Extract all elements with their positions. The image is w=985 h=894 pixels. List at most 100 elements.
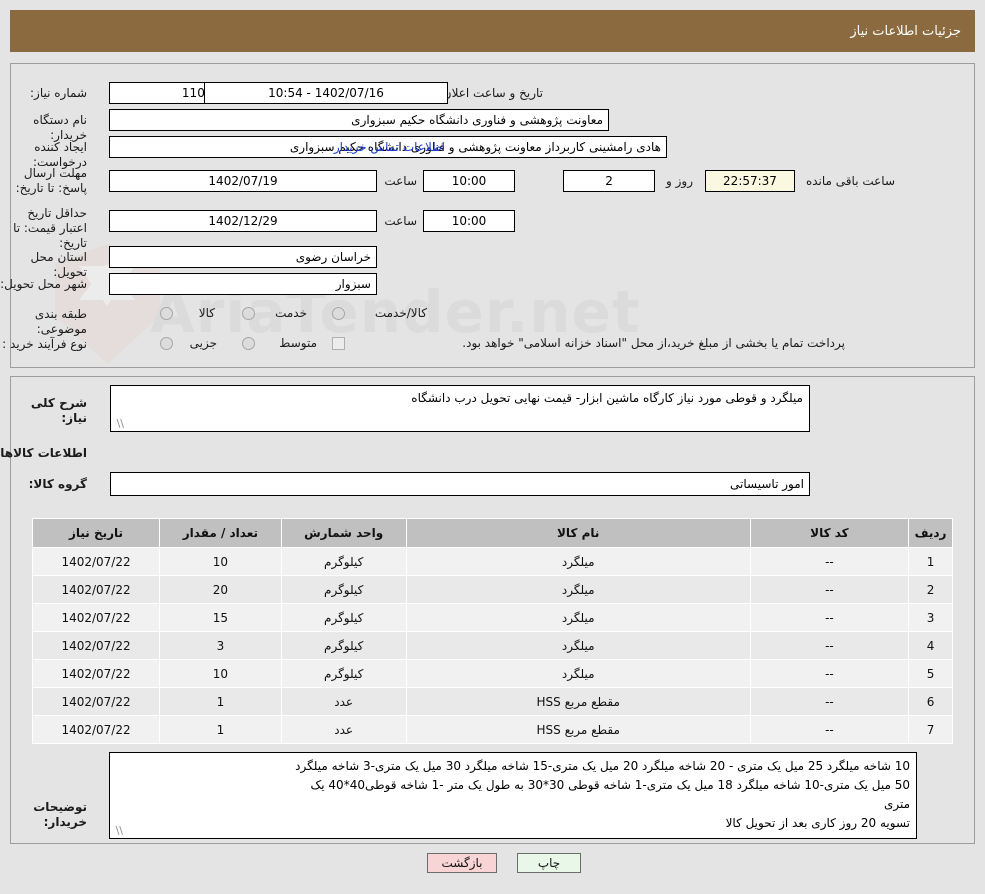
label-purchase-process: نوع فرآیند خرید : (2, 337, 87, 351)
table-row: 4 -- میلگرد کیلوگرم 3 1402/07/22 (31, 631, 953, 660)
cell-qty: 10 (159, 547, 282, 576)
cell-row: 4 (908, 631, 953, 660)
delivery-province-field[interactable]: خراسان رضوی (109, 246, 377, 268)
col-code: کد کالا (749, 518, 910, 548)
cell-date: 1402/07/22 (31, 547, 161, 576)
cell-code: -- (749, 631, 910, 660)
table-row: 3 -- میلگرد کیلوگرم 15 1402/07/22 (31, 603, 953, 632)
label-need-summary: شرح کلی نیاز: (30, 396, 87, 425)
table-row: 6 -- مقطع مربع HSS عدد 1 1402/07/22 (31, 687, 953, 716)
cell-name: میلگرد (405, 603, 751, 632)
label-process-medium: متوسط (279, 336, 317, 350)
cell-qty: 15 (159, 603, 282, 632)
delivery-city-field[interactable]: سبزوار (109, 273, 377, 295)
cell-code: -- (749, 547, 910, 576)
label-response-deadline: مهلت ارسال پاسخ: تا تاریخ: (15, 166, 87, 195)
need-summary-textarea[interactable]: میلگرد و قوطی مورد نیاز کارگاه ماشین ابز… (110, 385, 810, 432)
label-delivery-province: استان محل تحویل: (30, 250, 87, 279)
response-deadline-time-field[interactable]: 10:00 (423, 170, 515, 192)
radio-process-minor[interactable] (160, 337, 173, 350)
buyer-notes-line-3: متری (883, 797, 910, 811)
buyer-notes-line-2: 50 میل یک متری-10 شاخه میلگرد 18 میل یک … (310, 778, 911, 792)
label-countdown: ساعت باقی مانده (805, 174, 895, 188)
cell-unit: عدد (280, 687, 407, 716)
buyer-notes-textarea[interactable]: 10 شاخه میلگرد 25 میل یک متری - 20 شاخه … (109, 752, 917, 839)
cell-date: 1402/07/22 (31, 631, 161, 660)
cell-date: 1402/07/22 (31, 687, 161, 716)
goods-section-heading: اطلاعات کالاهای مورد نیاز (0, 446, 87, 460)
table-header-row: ردیف کد کالا نام کالا واحد شمارش تعداد /… (31, 518, 953, 548)
cell-qty: 1 (159, 687, 282, 716)
label-delivery-city: شهر محل تحویل: (0, 277, 87, 291)
col-row: ردیف (908, 518, 953, 548)
col-name: نام کالا (405, 518, 751, 548)
label-category-service: خدمت (275, 306, 307, 320)
label-response-deadline-time: ساعت (384, 174, 417, 188)
cell-row: 7 (908, 715, 953, 744)
cell-qty: 3 (159, 631, 282, 660)
resize-grip-icon-notes[interactable] (113, 826, 123, 836)
label-category-goods: کالا (198, 306, 215, 320)
cell-name: مقطع مربع HSS (405, 687, 751, 716)
cell-code: -- (749, 575, 910, 604)
cell-date: 1402/07/22 (31, 659, 161, 688)
cell-name: میلگرد (405, 659, 751, 688)
label-goods-group: گروه کالا: (28, 477, 87, 491)
col-qty: تعداد / مقدار (159, 518, 282, 548)
label-category-goods-service: کالا/خدمت (374, 306, 427, 320)
radio-category-goods-service[interactable] (332, 307, 345, 320)
cell-row: 6 (908, 687, 953, 716)
cell-unit: کیلوگرم (280, 603, 407, 632)
resize-grip-icon[interactable] (114, 419, 124, 429)
table-row: 5 -- میلگرد کیلوگرم 10 1402/07/22 (31, 659, 953, 688)
label-islamic-treasury-docs: پرداخت تمام یا بخشی از مبلغ خرید،از محل … (462, 336, 845, 350)
label-price-validity: حداقل تاریخ اعتبار قیمت: تا تاریخ: (13, 206, 87, 250)
label-process-minor: جزیی (189, 336, 217, 350)
col-unit: واحد شمارش (280, 518, 407, 548)
goods-group-field[interactable]: امور تاسیساتی (110, 472, 810, 496)
buyer-org-field[interactable]: معاونت پژوهشی و فناوری دانشگاه حکیم سبزو… (109, 109, 609, 131)
cell-unit: کیلوگرم (280, 631, 407, 660)
response-deadline-date-field[interactable]: 1402/07/19 (109, 170, 377, 192)
cell-code: -- (749, 603, 910, 632)
cell-qty: 1 (159, 715, 282, 744)
price-validity-time-field[interactable]: 10:00 (423, 210, 515, 232)
label-buyer-notes: توضیحات خریدار: (33, 800, 87, 829)
page-title-bar: جزئیات اطلاعات نیاز (10, 10, 975, 52)
cell-row: 5 (908, 659, 953, 688)
cell-name: مقطع مربع HSS (405, 715, 751, 744)
col-date: تاریخ نیاز (31, 518, 161, 548)
label-remaining-days: روز و (666, 174, 693, 188)
cell-name: میلگرد (405, 547, 751, 576)
cell-code: -- (749, 687, 910, 716)
countdown-field: 22:57:37 (705, 170, 795, 192)
cell-code: -- (749, 715, 910, 744)
label-buyer-org: نام دستگاه خریدار: (33, 113, 87, 142)
radio-category-service[interactable] (242, 307, 255, 320)
cell-qty: 20 (159, 575, 282, 604)
label-price-validity-time: ساعت (384, 214, 417, 228)
print-button[interactable]: چاپ (517, 853, 581, 873)
table-row: 2 -- میلگرد کیلوگرم 20 1402/07/22 (31, 575, 953, 604)
cell-row: 1 (908, 547, 953, 576)
cell-unit: کیلوگرم (280, 575, 407, 604)
buyer-notes-line-1: 10 شاخه میلگرد 25 میل یک متری - 20 شاخه … (295, 759, 910, 773)
cell-qty: 10 (159, 659, 282, 688)
need-summary-text: میلگرد و قوطی مورد نیاز کارگاه ماشین ابز… (411, 391, 803, 405)
label-need-number: شماره نیاز: (30, 86, 87, 100)
radio-process-medium[interactable] (242, 337, 255, 350)
checkbox-islamic-treasury-docs[interactable] (332, 337, 345, 350)
price-validity-date-field[interactable]: 1402/12/29 (109, 210, 377, 232)
public-announce-field[interactable]: 1402/07/16 - 10:54 (204, 82, 448, 104)
remaining-days-field[interactable]: 2 (563, 170, 655, 192)
cell-name: میلگرد (405, 631, 751, 660)
back-button[interactable]: بازگشت (427, 853, 497, 873)
cell-unit: کیلوگرم (280, 659, 407, 688)
radio-category-goods[interactable] (160, 307, 173, 320)
buyer-contact-link[interactable]: اطلاعات تماس خریدار (334, 140, 445, 154)
goods-table: ردیف کد کالا نام کالا واحد شمارش تعداد /… (31, 518, 953, 744)
table-row: 1 -- میلگرد کیلوگرم 10 1402/07/22 (31, 547, 953, 576)
cell-unit: کیلوگرم (280, 547, 407, 576)
cell-row: 2 (908, 575, 953, 604)
cell-date: 1402/07/22 (31, 603, 161, 632)
